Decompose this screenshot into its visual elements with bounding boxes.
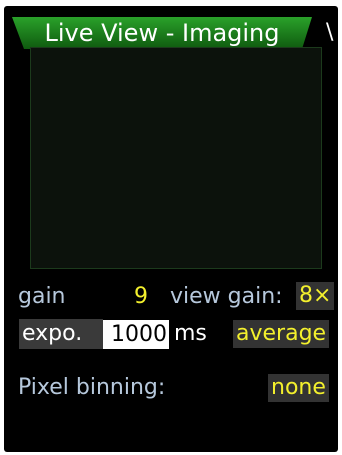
title-tab[interactable]: Live View - Imaging xyxy=(12,17,312,49)
average-button[interactable]: average xyxy=(233,320,330,348)
expo-label: expo. xyxy=(22,321,83,346)
view-gain-value[interactable]: 8× xyxy=(296,282,335,310)
pixel-binning-label: Pixel binning: xyxy=(18,375,166,400)
exposure-input[interactable]: 1000 xyxy=(103,320,169,349)
pixel-binning-value[interactable]: none xyxy=(268,374,329,402)
camera-screen: Live View - Imaging \ gain 9 view gain: … xyxy=(4,6,338,452)
view-gain-label: view gain: xyxy=(170,284,283,309)
live-view-image xyxy=(30,47,322,269)
page-title: Live View - Imaging xyxy=(44,19,280,47)
next-tab-indicator[interactable]: \ xyxy=(326,17,338,49)
exposure-unit: ms xyxy=(174,321,207,346)
gain-label: gain xyxy=(18,284,66,309)
gain-value[interactable]: 9 xyxy=(134,284,148,310)
